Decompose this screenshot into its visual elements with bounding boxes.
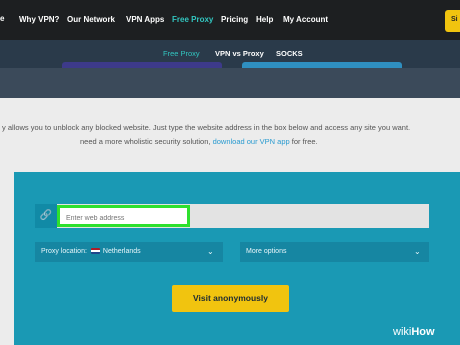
subnav-vpn-vs-proxy[interactable]: VPN vs Proxy: [215, 49, 264, 58]
visit-anonymously-button[interactable]: Visit anonymously: [172, 285, 289, 312]
nav-pricing[interactable]: Pricing: [221, 15, 248, 24]
watermark-how: How: [411, 326, 435, 338]
description-line-2: need a more wholistic security solution,…: [80, 135, 318, 149]
nav-help[interactable]: Help: [256, 15, 273, 24]
description-line-2-post: for free.: [289, 137, 318, 146]
chevron-down-icon: ⌄: [207, 247, 214, 256]
nav-why-vpn[interactable]: Why VPN?: [19, 15, 59, 24]
description-line-1: y allows you to unblock any blocked webs…: [2, 123, 411, 132]
watermark-wiki: wiki: [393, 326, 412, 338]
more-options-select[interactable]: More options ⌄: [240, 242, 429, 262]
chevron-down-icon: ⌄: [414, 247, 421, 256]
wikihow-watermark: wikiHow: [393, 326, 435, 338]
sub-navbar: Free Proxy VPN vs Proxy SOCKS: [0, 40, 460, 68]
link-icon: 🔗: [35, 204, 57, 228]
subnav-free-proxy[interactable]: Free Proxy: [163, 49, 200, 58]
nav-our-network[interactable]: Our Network: [67, 15, 115, 24]
proxy-location-select[interactable]: Proxy location: Netherlands ⌄: [35, 242, 223, 262]
hero-band: [0, 68, 460, 98]
proxy-location-label: Proxy location:: [41, 248, 87, 255]
more-options-label: More options: [246, 248, 287, 255]
download-vpn-link[interactable]: download our VPN app: [213, 137, 290, 146]
web-address-input[interactable]: [57, 205, 190, 227]
description-line-2-pre: need a more wholistic security solution,: [80, 137, 213, 146]
subnav-socks[interactable]: SOCKS: [276, 49, 303, 58]
proxy-location-value: Netherlands: [102, 248, 141, 255]
nav-vpn-apps[interactable]: VPN Apps: [126, 15, 164, 24]
nav-free-proxy[interactable]: Free Proxy: [172, 15, 213, 24]
logo[interactable]: e: [0, 14, 4, 23]
signup-button[interactable]: Si: [445, 10, 460, 32]
netherlands-flag-icon: [90, 248, 100, 254]
nav-my-account[interactable]: My Account: [283, 15, 328, 24]
top-navbar: e Why VPN? Our Network VPN Apps Free Pro…: [0, 0, 460, 40]
